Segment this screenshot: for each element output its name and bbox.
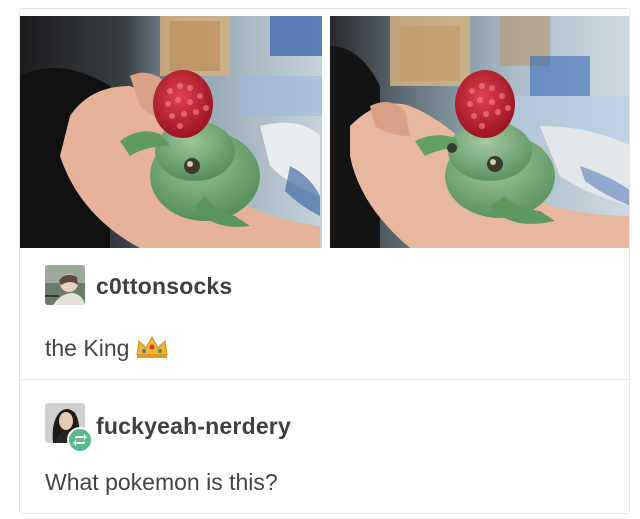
reblog-entry: c0ttonsocks the King — [20, 255, 629, 385]
post-photo-2[interactable] — [330, 16, 629, 248]
frog-with-raspberry-photo — [20, 16, 322, 248]
reblog-entry: fuckyeah-nerdery What pokemon is this? — [20, 385, 629, 513]
reblog-divider — [20, 379, 629, 380]
reblog-text: What pokemon is this? — [45, 469, 278, 495]
tumblr-post: c0ttonsocks the King fuckyeah-nerdery Wh… — [19, 8, 630, 514]
reblog-icon — [67, 427, 93, 453]
reblog-text: the King — [45, 335, 169, 365]
crown-icon — [135, 335, 169, 365]
avatar-image — [45, 265, 85, 305]
reblog-text-content: the King — [45, 335, 130, 361]
reblog-username[interactable]: c0ttonsocks — [96, 273, 232, 300]
frog-with-raspberry-photo — [330, 16, 629, 248]
avatar-icon[interactable] — [45, 265, 85, 305]
reblog-arrows — [73, 434, 87, 446]
reblog-username[interactable]: fuckyeah-nerdery — [96, 413, 291, 440]
post-photo-1[interactable] — [20, 16, 322, 248]
